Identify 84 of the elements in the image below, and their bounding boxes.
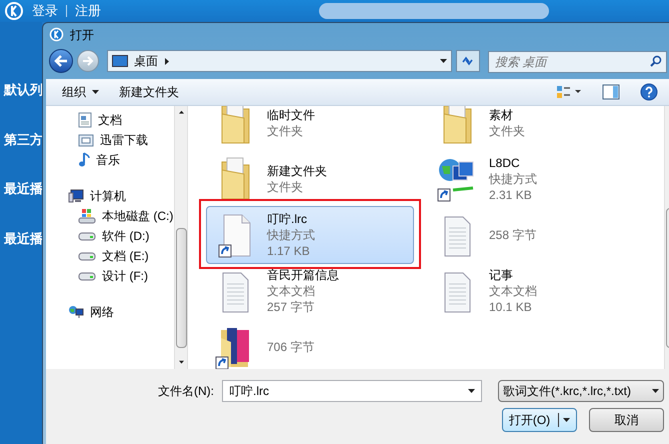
nav-item[interactable]: 设计 (F:) (46, 266, 174, 286)
caret-down-icon (92, 88, 99, 96)
file-item[interactable]: L8DC 快捷方式 2.31 KB (428, 150, 636, 208)
file-item[interactable]: 258 字节 (428, 206, 636, 264)
search-icon (650, 55, 662, 67)
file-item[interactable]: 记事 文本文档 10.1 KB (428, 262, 636, 320)
file-type: 文本文档 (489, 283, 537, 299)
document-icon (78, 112, 92, 128)
nav-item[interactable]: 文档 (E:) (46, 246, 174, 266)
nav-item[interactable]: 文档 (46, 110, 174, 130)
toolbar-button[interactable]: 新建文件夹 (119, 83, 179, 101)
window-title: 打开 (70, 26, 94, 44)
search-field[interactable]: 搜索 桌面 (488, 51, 667, 73)
file-size: 706 字节 (267, 339, 314, 355)
nav-item[interactable]: 本地磁盘 (C:) (46, 206, 174, 226)
nav-item[interactable]: 音乐 (46, 150, 174, 170)
top-link[interactable]: 注册 (75, 1, 101, 21)
file-type-dropdown[interactable]: 歌词文件(*.krc,*.lrc,*.txt) (498, 380, 664, 402)
sidebar-item[interactable]: 最近播 (0, 179, 42, 198)
caret-down-icon (178, 360, 184, 365)
file-item[interactable]: 706 字节 (206, 318, 414, 369)
file-item[interactable]: 临时文件 文件夹 (206, 106, 414, 152)
toolbar-button[interactable]: 组织 (62, 83, 99, 101)
music-note-icon (78, 152, 90, 168)
file-type: 文本文档 (267, 283, 316, 299)
nav-item[interactable]: 网络 (46, 302, 174, 322)
nav-item[interactable]: 迅雷下载 (46, 130, 174, 150)
caret-down-icon (440, 58, 447, 64)
dialog-button[interactable]: 取消 (589, 408, 664, 432)
app-logo-icon (4, 1, 24, 21)
file-type: 文件夹 (267, 123, 304, 139)
file-name: 临时文件 (267, 107, 315, 123)
filename-field[interactable]: 叮咛.lrc (222, 380, 482, 402)
caret-right-icon (164, 58, 171, 64)
top-link[interactable]: 登录 (32, 1, 58, 21)
drive-icon (78, 251, 96, 261)
file-item[interactable]: 素材 文件夹 (428, 106, 636, 152)
field-label: 文件名(N): (158, 383, 214, 400)
app-logo-icon (49, 27, 64, 42)
file-name: L8DC (489, 155, 521, 171)
forward-arrow-icon (82, 56, 94, 66)
caret-up-icon (178, 110, 184, 115)
refresh-arrows-icon (461, 55, 475, 67)
sidebar-item[interactable]: 最近播 (0, 228, 42, 248)
preview-pane-icon[interactable] (602, 84, 620, 100)
file-size: 1.17 KB (267, 243, 311, 259)
nav-item[interactable]: 软件 (D:) (46, 226, 174, 246)
nav-item[interactable]: 计算机 (46, 186, 174, 206)
file-item[interactable]: 叮咛.lrc 快捷方式 1.17 KB (206, 206, 414, 264)
file-shortcut-icon (218, 212, 252, 258)
file-size: 258 字节 (489, 227, 536, 243)
drive-icon (78, 271, 96, 281)
file-item[interactable]: 新建文件夹 文件夹 (206, 150, 414, 208)
drive-icon (78, 231, 96, 241)
help-icon[interactable] (640, 83, 658, 101)
view-options-icon[interactable] (556, 85, 582, 99)
file-size: 2.31 KB (489, 187, 533, 203)
file-size: 257 字节 (267, 299, 316, 315)
file-name: 音民开篇信息 (267, 267, 339, 283)
dialog-button[interactable]: 打开(O) (502, 408, 577, 432)
file-name: 记事 (489, 267, 514, 283)
file-item[interactable]: 音民开篇信息 文本文档 257 字节 (206, 262, 414, 320)
computer-icon (68, 189, 84, 203)
caret-down-icon (468, 388, 475, 394)
file-type: 快捷方式 (267, 227, 315, 243)
file-name: 叮咛.lrc (267, 211, 308, 227)
caret-down-icon (652, 388, 659, 394)
caret-down-icon (563, 416, 570, 424)
address-field[interactable]: 桌面 (107, 50, 452, 72)
file-type: 文件夹 (489, 123, 525, 139)
file-name: 素材 (489, 107, 514, 123)
file-size: 10.1 KB (489, 299, 533, 315)
file-type: 文件夹 (267, 179, 304, 195)
file-type: 快捷方式 (489, 171, 537, 187)
app-search-field[interactable] (319, 3, 549, 19)
back-arrow-icon (54, 55, 68, 67)
back-button[interactable] (49, 49, 73, 73)
refresh-button[interactable] (456, 50, 480, 72)
sidebar-item[interactable]: 第三方 (0, 130, 42, 149)
scrollbar[interactable] (174, 106, 188, 369)
desktop-icon (112, 55, 128, 67)
file-name: 新建文件夹 (267, 163, 327, 179)
drive-icon (78, 208, 96, 224)
network-icon (68, 305, 84, 319)
